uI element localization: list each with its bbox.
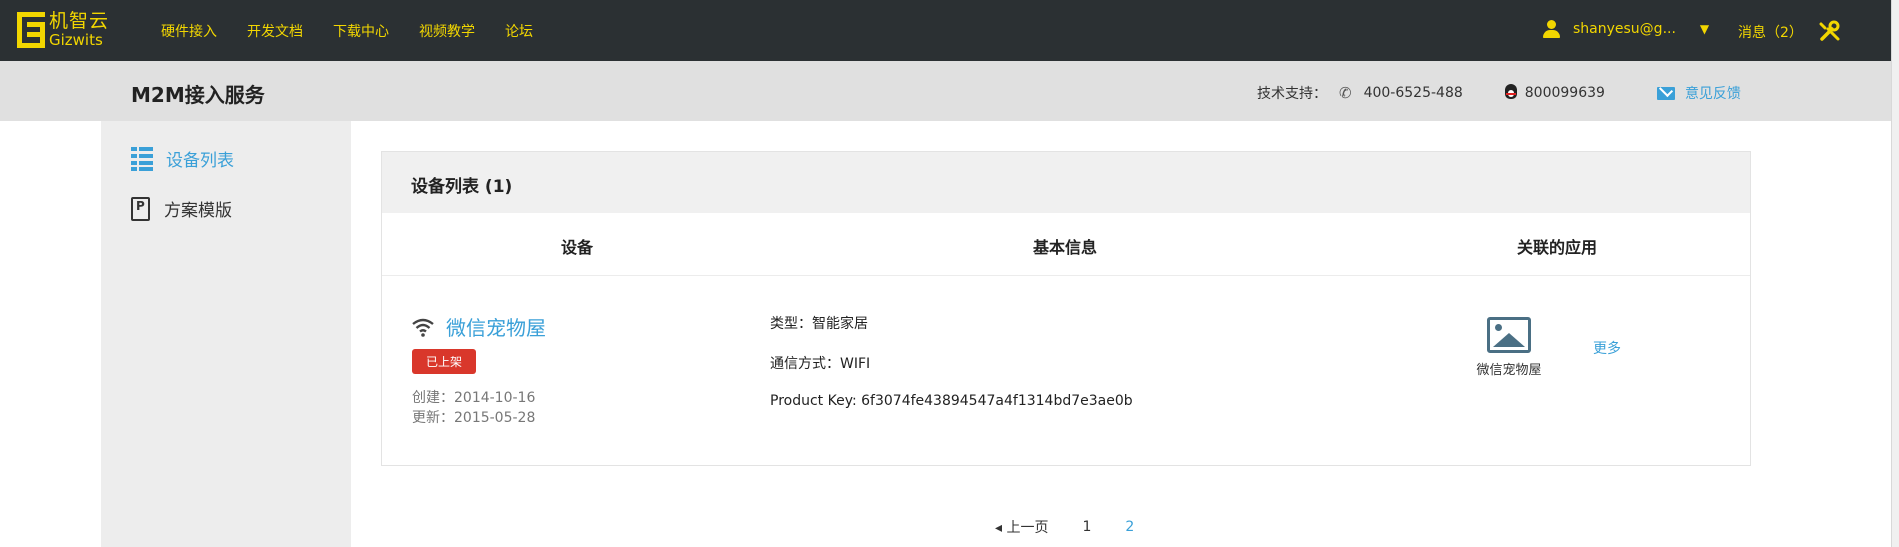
support-label: 技术支持：: [1257, 86, 1327, 102]
gizwits-logo[interactable]: 机智云 Gizwits: [17, 12, 109, 48]
page-link-2[interactable]: 2: [1125, 519, 1134, 535]
nav-dev-docs[interactable]: 开发文档: [247, 21, 303, 41]
chevron-down-icon: ▼: [1699, 22, 1710, 36]
user-name: shanyesu@g...: [1573, 21, 1676, 37]
nav-download-center[interactable]: 下载中心: [333, 21, 389, 41]
app-name: 微信宠物屋: [1476, 363, 1542, 378]
col-basic-info: 基本信息: [1033, 238, 1098, 257]
status-badge: 已上架: [412, 349, 477, 374]
qq-contact[interactable]: 800099639: [1503, 84, 1605, 102]
sidebar-item-device-list[interactable]: 设备列表: [131, 146, 234, 171]
scrollbar[interactable]: [1891, 0, 1899, 547]
mail-icon: [1656, 86, 1675, 100]
device-comm: 通信方式：WIFI: [770, 356, 871, 372]
device-dates: 创建：2014-10-16 更新：2015-05-28: [412, 388, 535, 428]
nav-hardware-access[interactable]: 硬件接入: [161, 21, 217, 41]
user-icon: [1543, 20, 1560, 38]
col-linked-apps: 关联的应用: [1517, 238, 1598, 257]
sidebar-item-solution-template[interactable]: 方案模版: [131, 196, 232, 221]
card-title: 设备列表 (1): [382, 152, 1750, 213]
image-icon: [1487, 317, 1531, 353]
created-date: 创建：2014-10-16: [412, 390, 536, 406]
wifi-icon: [412, 318, 434, 337]
sidebar: 设备列表 方案模版: [101, 121, 351, 547]
list-icon: [131, 146, 153, 171]
logo-text-cn: 机智云: [49, 10, 110, 32]
device-name-link[interactable]: 微信宠物屋: [412, 312, 546, 341]
messages-link[interactable]: 消息（2）: [1738, 22, 1803, 42]
updated-date: 更新：2015-05-28: [412, 410, 536, 426]
nav-video-tutorials[interactable]: 视频教学: [419, 21, 475, 41]
qq-icon: [1503, 84, 1519, 102]
feedback-link[interactable]: 意见反馈: [1656, 83, 1741, 103]
feedback-label: 意见反馈: [1684, 86, 1741, 102]
sidebar-item-label: 设备列表: [166, 151, 234, 171]
qq-number: 800099639: [1524, 85, 1605, 101]
basic-info: 类型：智能家居 通信方式：WIFI Product Key: 6f3074fe4…: [770, 313, 1133, 433]
document-icon: [131, 196, 150, 221]
user-menu[interactable]: shanyesu@g... ▼: [1543, 20, 1709, 38]
page-title: M2M接入服务: [131, 83, 265, 107]
device-list-card: 设备列表 (1) 设备 基本信息 关联的应用 微信宠物屋 已上架 创建：2014…: [381, 151, 1751, 466]
prev-page-link[interactable]: ◂ 上一页: [995, 517, 1048, 537]
device-type: 类型：智能家居: [770, 316, 868, 332]
device-name: 微信宠物屋: [446, 316, 546, 340]
product-key: Product Key: 6f3074fe43894547a4f1314bd7e…: [770, 393, 1133, 409]
support-phone: 400-6525-488: [1363, 85, 1463, 101]
pagination: ◂ 上一页 1 2: [995, 517, 1168, 537]
sidebar-item-label: 方案模版: [164, 201, 232, 221]
top-navbar: 机智云 Gizwits 硬件接入 开发文档 下载中心 视频教学 论坛 shany…: [0, 0, 1891, 61]
support-info: 技术支持： ✆ 400-6525-488 800099639 意见反馈: [1257, 83, 1741, 103]
col-device: 设备: [561, 238, 594, 257]
linked-app[interactable]: 微信宠物屋: [1469, 317, 1549, 378]
sub-header: M2M接入服务 技术支持： ✆ 400-6525-488 800099639 意…: [0, 61, 1891, 121]
logo-mark-icon: [17, 12, 45, 48]
page-link-1[interactable]: 1: [1082, 519, 1091, 535]
more-link[interactable]: 更多: [1593, 338, 1621, 358]
logo-text-en: Gizwits: [49, 31, 103, 49]
header-divider: [382, 275, 1750, 276]
phone-icon: ✆: [1339, 84, 1352, 102]
main-nav: 硬件接入 开发文档 下载中心 视频教学 论坛: [161, 21, 563, 41]
nav-forum[interactable]: 论坛: [505, 21, 533, 41]
wrench-icon[interactable]: [1819, 20, 1841, 42]
